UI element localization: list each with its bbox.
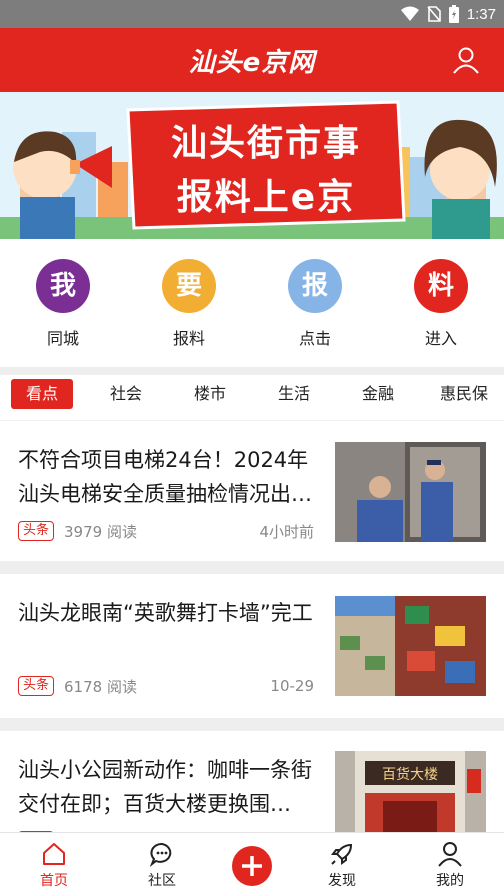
publish-time: 10-29 — [270, 677, 314, 695]
wifi-icon — [400, 6, 419, 21]
news-item[interactable]: 汕头龙眼南“英歌舞打卡墙”完工 头条 6178 阅读 10-29 — [0, 574, 504, 718]
news-item[interactable]: 汕头小公园新动作：咖啡一条街交付在即；百货大楼更换围… 头条 百货大楼 — [0, 731, 504, 832]
quick-actions: 我 同城 要 报料 报 点击 料 进入 — [0, 239, 504, 367]
quick-action-badge: 料 — [414, 259, 468, 313]
plus-icon — [242, 856, 262, 876]
quick-action-label: 点击 — [298, 329, 331, 348]
news-thumbnail: 百货大楼 — [335, 751, 486, 832]
app-header: 汕头e京网 — [0, 28, 504, 92]
quick-action-baoliao[interactable]: 要 报料 — [144, 259, 234, 349]
banner-line-1: 汕头街市事 — [170, 123, 361, 164]
nav-community[interactable]: 社区 — [127, 841, 197, 890]
tab-shehui[interactable]: 社会 — [96, 379, 156, 409]
tab-huiminbao[interactable]: 惠民保 — [432, 379, 496, 409]
tab-jinrong[interactable]: 金融 — [348, 379, 408, 409]
category-tabs: 看点 社会 楼市 生活 金融 惠民保 — [0, 375, 504, 420]
user-icon — [438, 842, 462, 867]
tab-kandian[interactable]: 看点 — [11, 379, 73, 409]
quick-action-label: 同城 — [46, 329, 79, 348]
news-meta: 头条 3979 阅读 4小时前 — [18, 519, 314, 543]
news-separator — [0, 718, 504, 731]
status-icons: 1:37 — [400, 4, 496, 24]
tab-shenghuo[interactable]: 生活 — [264, 379, 324, 409]
quick-action-jinru[interactable]: 料 进入 — [396, 259, 486, 349]
news-meta: 头条 6178 阅读 10-29 — [18, 674, 314, 698]
nav-label: 首页 — [40, 873, 68, 889]
section-divider — [0, 367, 504, 375]
app-logo: 汕头e京网 — [188, 48, 316, 78]
nav-mine[interactable]: 我的 — [415, 841, 485, 890]
publish-plus-button[interactable] — [232, 846, 272, 886]
publish-time: 4小时前 — [259, 522, 314, 541]
news-title: 汕头龙眼南“英歌舞打卡墙”完工 — [18, 601, 313, 625]
nav-home[interactable]: 首页 — [19, 841, 89, 890]
quick-action-badge: 要 — [162, 259, 216, 313]
quick-action-badge: 我 — [36, 259, 90, 313]
quick-action-label: 报料 — [172, 329, 205, 348]
user-profile-icon[interactable] — [452, 46, 480, 74]
nav-label: 发现 — [328, 873, 356, 889]
chat-bubble-icon — [149, 843, 172, 867]
thumbnail-sign-text: 百货大楼 — [382, 766, 438, 783]
news-item[interactable]: 不符合项目电梯24台！2024年汕头电梯安全质量抽检情况出… 头条 3979 阅… — [0, 421, 504, 561]
nav-label: 社区 — [148, 873, 176, 889]
bottom-nav: 首页 社区 发现 我的 — [0, 832, 504, 896]
read-count: 6178 阅读 — [64, 677, 137, 696]
headline-tag: 头条 — [18, 521, 55, 541]
battery-icon — [448, 5, 459, 23]
nav-label: 我的 — [436, 873, 464, 889]
quick-action-label: 进入 — [424, 329, 457, 348]
news-title: 不符合项目电梯24台！2024年汕头电梯安全质量抽检情况出… — [18, 448, 312, 506]
rocket-icon — [331, 843, 353, 865]
quick-action-dianji[interactable]: 报 点击 — [270, 259, 360, 349]
banner-line-2: 报料上e京 — [176, 177, 356, 218]
read-count: 3979 阅读 — [64, 522, 137, 541]
headline-tag: 头条 — [18, 676, 55, 696]
news-separator — [0, 561, 504, 574]
news-thumbnail — [335, 596, 486, 696]
promo-banner[interactable]: 汕头街市事 报料上e京 — [0, 92, 504, 239]
banner-title: 汕头街市事 报料上e京 — [128, 106, 404, 224]
news-title: 汕头小公园新动作：咖啡一条街交付在即；百货大楼更换围… — [18, 758, 312, 816]
no-sim-icon — [427, 6, 441, 22]
status-bar: 1:37 — [0, 0, 504, 28]
tab-loushi[interactable]: 楼市 — [180, 379, 240, 409]
quick-action-tongcheng[interactable]: 我 同城 — [18, 259, 108, 349]
news-thumbnail — [335, 442, 486, 542]
nav-discover[interactable]: 发现 — [307, 841, 377, 890]
status-time: 1:37 — [466, 5, 496, 23]
quick-action-badge: 报 — [288, 259, 342, 313]
home-icon — [43, 843, 65, 865]
